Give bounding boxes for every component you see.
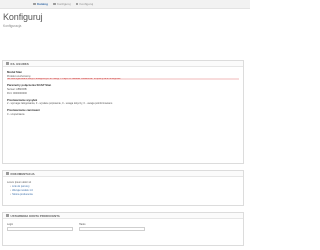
breadcrumb-item[interactable]: Konfiguruj — [53, 2, 71, 6]
processing-value: 2 - wymaga zalogowania, 0 - wysłane popr… — [7, 102, 113, 106]
folder-icon — [75, 2, 79, 6]
breadcrumb-label: Katalog — [37, 2, 49, 6]
login-field[interactable] — [7, 226, 73, 231]
folder-icon — [53, 2, 56, 6]
connection-params-label: Parametry połączenia SOAP Stan — [7, 83, 52, 88]
connection-params-port: Port: 0000000000 — [7, 91, 27, 95]
breadcrumb-item[interactable]: Katalog — [33, 2, 48, 6]
login-field-label: Login — [7, 223, 14, 226]
user-panel-title: USTAWIENIA KONTA PRODUCENTA — [10, 213, 60, 218]
module-status-label: Moduł Stan — [7, 70, 23, 74]
breadcrumb-item[interactable]: Konfiguruj — [75, 2, 94, 6]
status-panel-body: Moduł Stan Produkt uruchomiony Nie skonf… — [3, 67, 243, 122]
help-link[interactable]: Link do pomocy — [10, 185, 239, 188]
user-icon — [6, 214, 9, 217]
breadcrumb-label: Konfiguruj — [79, 2, 94, 6]
help-link[interactable]: Strona producenta — [10, 193, 239, 196]
password-field[interactable] — [79, 226, 145, 231]
module-status-value: Produkt uruchomiony — [7, 74, 31, 78]
page-header: Konfiguruj Konfiguracja — [0, 9, 250, 30]
status-panel-title: KS. GS1/DKS — [10, 61, 29, 66]
form-row: Login Hasło — [7, 223, 239, 231]
help-panel-body: Lorem Ipsum dolor sit Link do pomocy Wer… — [3, 177, 243, 199]
book-icon — [6, 172, 9, 175]
user-panel: USTAWIENIA KONTA PRODUCENTA Login Hasło — [2, 212, 244, 246]
page-subtitle: Konfiguracja — [3, 23, 22, 28]
breadcrumb: Katalog Konfiguruj Konfiguruj — [0, 0, 250, 9]
help-panel-title: DOKUMENTACJA — [10, 171, 35, 176]
help-panel: DOKUMENTACJA Lorem Ipsum dolor sit Link … — [2, 170, 244, 206]
module-status-section: Moduł Stan Produkt uruchomiony Nie skonf… — [7, 70, 239, 81]
status-panel: KS. GS1/DKS Moduł Stan Produkt uruchomio… — [2, 60, 244, 164]
breadcrumb-label: Konfiguruj — [57, 2, 71, 6]
orders-label: Przetwarzanie zamówień — [7, 108, 40, 113]
processing-label: Przetwarzanie wysyłek — [7, 97, 38, 102]
connection-params-server: Serwer: ABSORB — [7, 87, 27, 91]
login-field-group: Login — [7, 223, 73, 231]
password-field-group: Hasło — [79, 223, 145, 231]
connection-params-section: Parametry połączenia SOAP Stan Serwer: A… — [7, 83, 239, 94]
processing-section: Przetwarzanie wysyłek 2 - wymaga zalogow… — [7, 98, 239, 106]
help-link[interactable]: Wersja modułu 1.0 — [10, 189, 239, 192]
orders-value: 0 - uzupełnianie — [7, 112, 25, 116]
home-icon — [33, 2, 36, 6]
help-links: Link do pomocy Wersja modułu 1.0 Strona … — [7, 185, 239, 196]
user-panel-body: Login Hasło — [3, 219, 243, 234]
gear-icon — [6, 62, 9, 65]
password-field-label: Hasło — [79, 223, 86, 226]
page-title: Konfiguruj — [3, 12, 43, 22]
module-status-warning: Nie skonfigurowano danych dostępowych do… — [7, 78, 239, 81]
orders-section: Przetwarzanie zamówień 0 - uzupełnianie — [7, 108, 239, 116]
help-intro: Lorem Ipsum dolor sit — [7, 180, 32, 184]
